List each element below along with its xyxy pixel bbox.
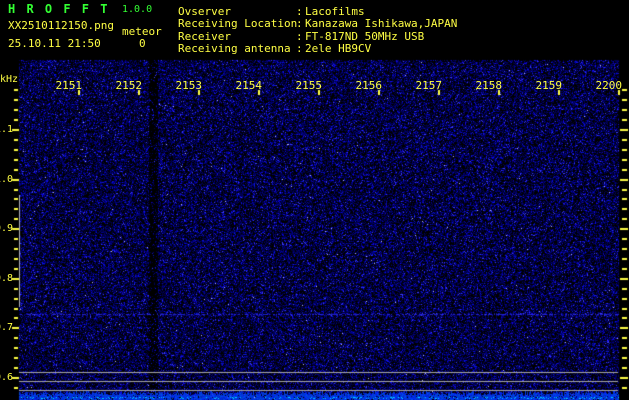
time-axis-label: 2152 — [116, 79, 143, 92]
freq-axis-label: 1.0 — [0, 174, 13, 185]
freq-axis-label: 0.7 — [0, 322, 13, 333]
time-axis-label: 2157 — [416, 79, 443, 92]
freq-axis-label: 0.9 — [0, 223, 13, 234]
time-axis-label: 2153 — [176, 79, 203, 92]
time-axis-label: 2151 — [56, 79, 83, 92]
hrofft-screen: H R O F F T 1.0.0 XX2510112150.png meteo… — [0, 0, 629, 400]
time-axis-label: 2159 — [536, 79, 563, 92]
time-axis-label: 2154 — [236, 79, 263, 92]
time-axis-label: 2155 — [296, 79, 323, 92]
time-axis-label: 2156 — [356, 79, 383, 92]
freq-unit-label: kHz — [0, 74, 18, 85]
freq-axis-label: 0.8 — [0, 273, 13, 284]
freq-axis-label: 1.1 — [0, 124, 13, 135]
axis-labels: kHz 2151 2152 2153 2154 2155 2156 2157 2158 2159… — [0, 0, 629, 400]
freq-axis-label: 0.6 — [0, 372, 13, 383]
time-axis-label: 2158 — [476, 79, 503, 92]
time-axis-label: 2200 — [596, 79, 623, 92]
